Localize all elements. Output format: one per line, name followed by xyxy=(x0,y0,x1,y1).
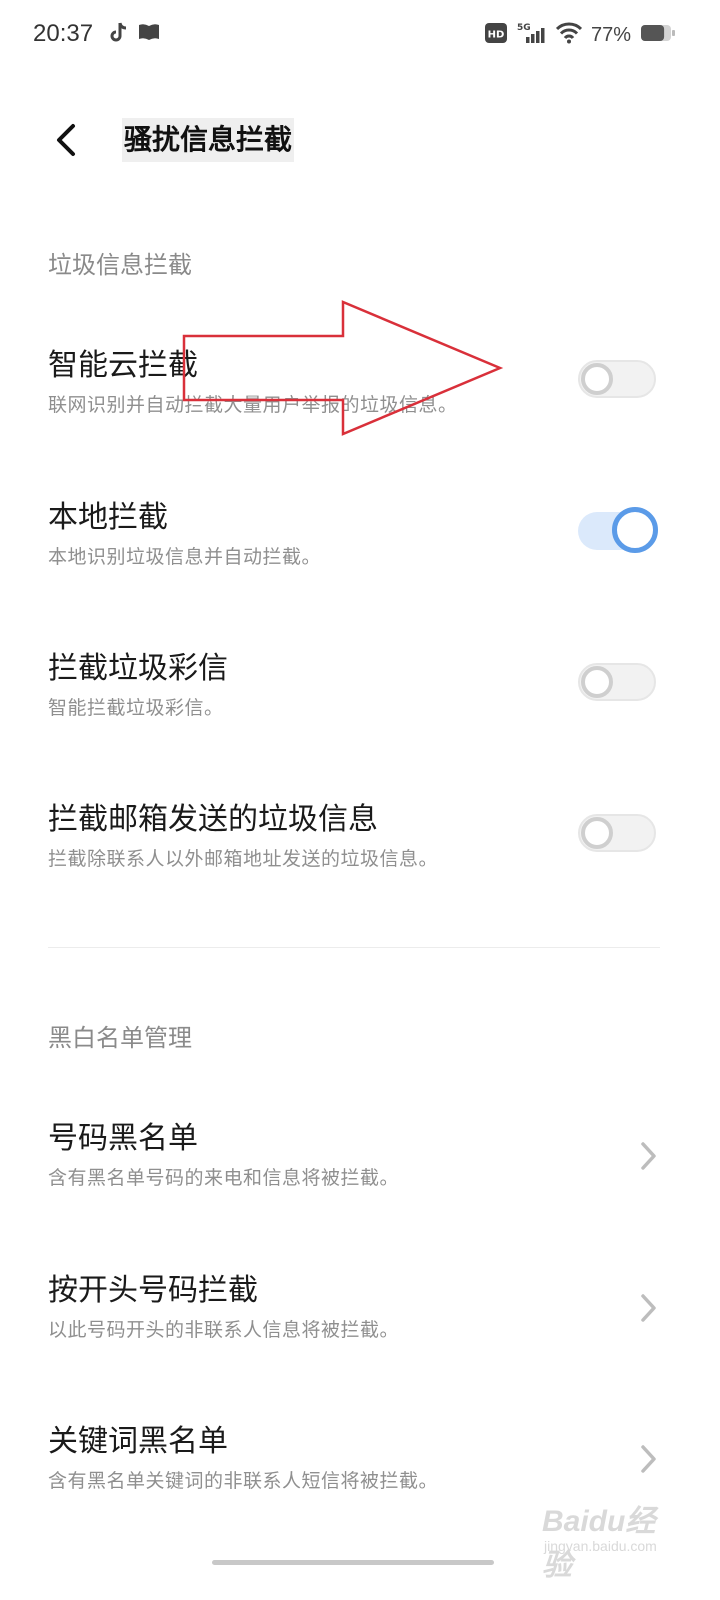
block-email-spam-toggle[interactable] xyxy=(578,814,656,852)
setting-title: 拦截垃圾彩信 xyxy=(48,651,228,686)
block-spam-mms-toggle[interactable] xyxy=(578,663,656,701)
setting-description: 含有黑名单号码的来电和信息将被拦截。 xyxy=(48,1167,400,1189)
chevron-right-icon xyxy=(641,1294,656,1322)
setting-description: 智能拦截垃圾彩信。 xyxy=(48,697,224,719)
home-indicator[interactable] xyxy=(212,1560,494,1565)
status-left-icons xyxy=(110,22,160,48)
setting-title: 智能云拦截 xyxy=(48,348,198,383)
chevron-right-icon xyxy=(641,1445,656,1473)
chevron-left-icon xyxy=(57,124,75,156)
back-button[interactable] xyxy=(44,118,88,162)
toggle-knob xyxy=(581,666,613,698)
setting-block-spam-mms[interactable]: 拦截垃圾彩信 智能拦截垃圾彩信。 xyxy=(0,623,720,753)
nav-keyword-blacklist[interactable]: 关键词黑名单 含有黑名单关键词的非联系人短信将被拦截。 xyxy=(0,1396,720,1526)
section-title-blacklist-management: 黑白名单管理 xyxy=(48,1024,192,1052)
local-block-toggle[interactable] xyxy=(578,507,658,553)
setting-description: 含有黑名单关键词的非联系人短信将被拦截。 xyxy=(48,1470,439,1492)
chevron-right-icon xyxy=(641,1142,656,1170)
battery-text: 77% xyxy=(590,23,631,46)
hd-icon: HD xyxy=(484,22,508,48)
toggle-knob xyxy=(581,363,613,395)
setting-local-block[interactable]: 本地拦截 本地识别垃圾信息并自动拦截。 xyxy=(0,472,720,602)
setting-title: 关键词黑名单 xyxy=(48,1424,228,1459)
page-title: 骚扰信息拦截 xyxy=(122,118,295,162)
watermark-sub: jingyan.baidu.com xyxy=(544,1538,657,1554)
tiktok-icon xyxy=(110,22,128,48)
setting-block-email-spam[interactable]: 拦截邮箱发送的垃圾信息 拦截除联系人以外邮箱地址发送的垃圾信息。 xyxy=(0,774,720,904)
status-bar: 20:37 HD 5G 77% xyxy=(0,0,720,70)
setting-title: 按开头号码拦截 xyxy=(48,1273,258,1308)
header: 骚扰信息拦截 xyxy=(0,100,720,180)
setting-description: 联网识别并自动拦截大量用户举报的垃圾信息。 xyxy=(48,394,458,416)
smart-cloud-block-toggle[interactable] xyxy=(578,360,656,398)
nav-number-blacklist[interactable]: 号码黑名单 含有黑名单号码的来电和信息将被拦截。 xyxy=(0,1093,720,1223)
signal-5g-icon: 5G xyxy=(517,21,547,49)
setting-title: 拦截邮箱发送的垃圾信息 xyxy=(48,802,378,837)
section-title-spam-blocking: 垃圾信息拦截 xyxy=(48,251,192,279)
status-right: HD 5G 77% xyxy=(484,21,676,49)
toggle-knob xyxy=(581,817,613,849)
book-icon xyxy=(138,22,160,48)
wifi-icon xyxy=(555,22,583,48)
toggle-knob xyxy=(612,507,658,553)
setting-title: 号码黑名单 xyxy=(48,1121,198,1156)
setting-description: 以此号码开头的非联系人信息将被拦截。 xyxy=(48,1319,400,1341)
setting-title: 本地拦截 xyxy=(48,500,168,535)
network-label: 5G xyxy=(517,23,531,33)
status-time: 20:37 xyxy=(33,20,94,47)
hd-label: HD xyxy=(488,30,505,41)
setting-description: 本地识别垃圾信息并自动拦截。 xyxy=(48,546,322,568)
battery-icon xyxy=(640,23,676,47)
setting-description: 拦截除联系人以外邮箱地址发送的垃圾信息。 xyxy=(48,848,439,870)
setting-smart-cloud-block[interactable]: 智能云拦截 联网识别并自动拦截大量用户举报的垃圾信息。 xyxy=(0,320,720,450)
nav-prefix-block[interactable]: 按开头号码拦截 以此号码开头的非联系人信息将被拦截。 xyxy=(0,1245,720,1375)
section-divider xyxy=(48,947,660,948)
